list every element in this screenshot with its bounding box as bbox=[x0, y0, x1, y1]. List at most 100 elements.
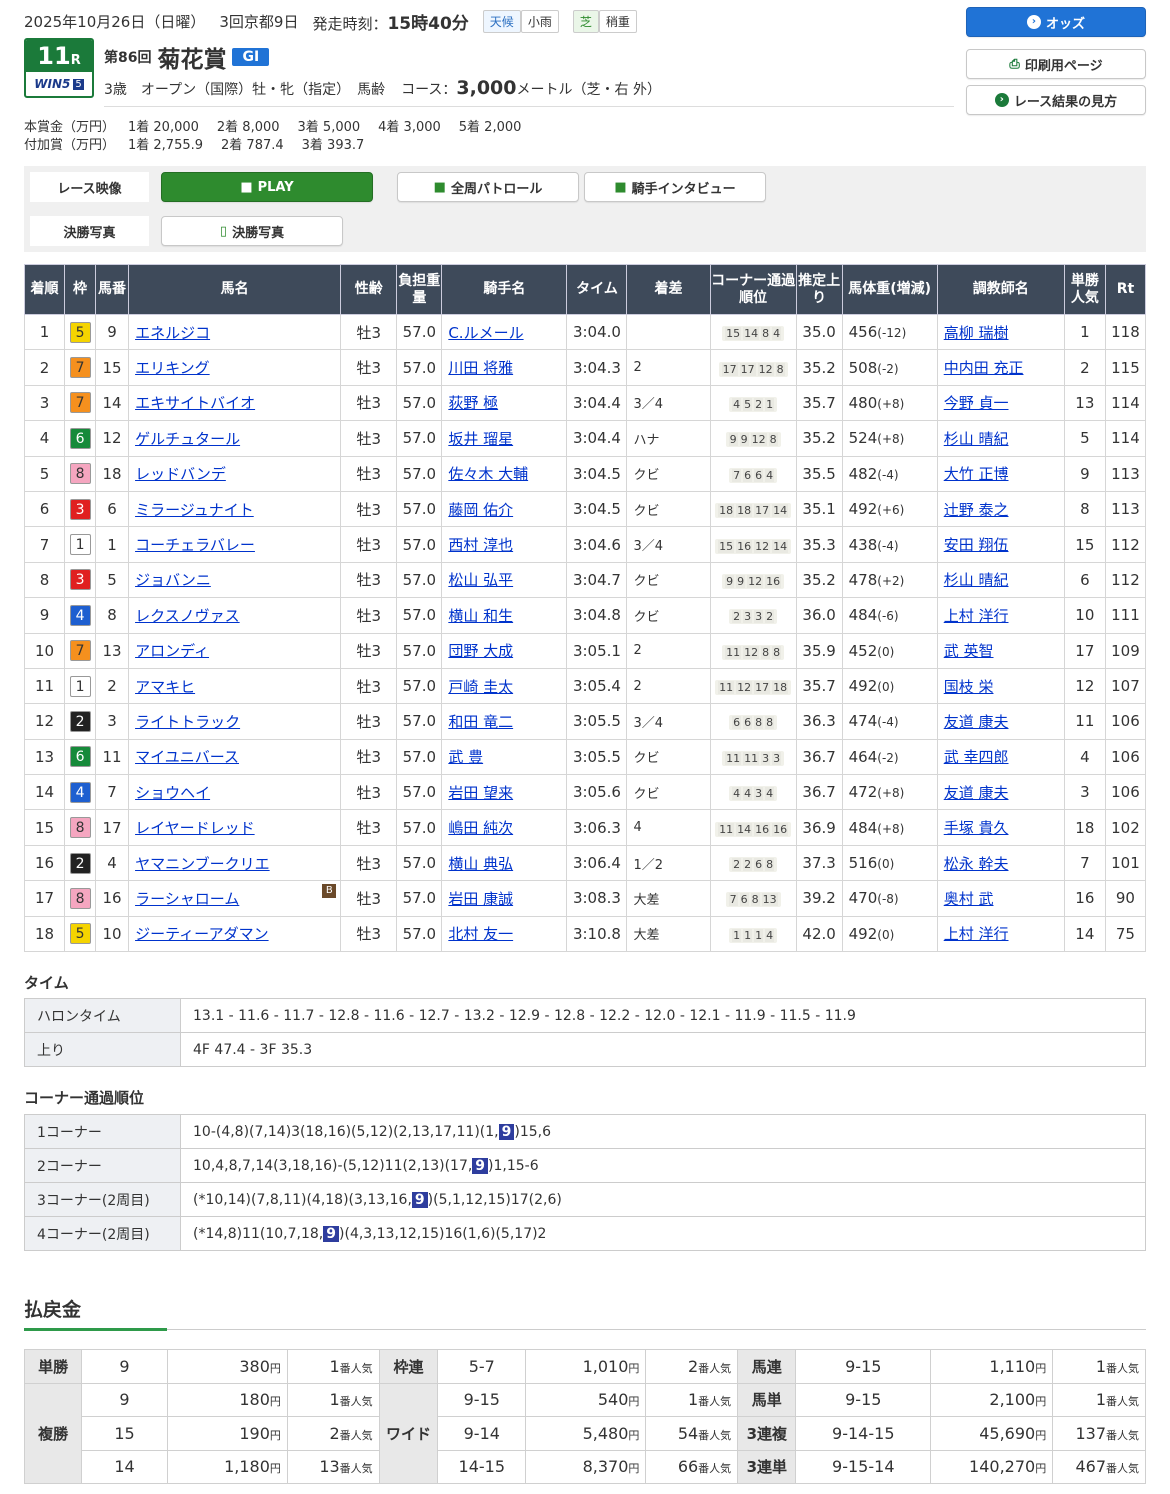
trainer-link[interactable]: 安田 翔伍 bbox=[944, 536, 1009, 554]
jockey-link[interactable]: C.ルメール bbox=[448, 324, 523, 342]
horse-name-link[interactable]: コーチェラバレー bbox=[135, 536, 255, 554]
finish-photo-button[interactable]: ▯ 決勝写真 bbox=[161, 216, 343, 246]
trainer-link[interactable]: 上村 洋行 bbox=[944, 925, 1009, 943]
trainer-link[interactable]: 友道 康夫 bbox=[944, 784, 1009, 802]
corner-position: 1 bbox=[743, 928, 753, 942]
popularity-value: 54 bbox=[677, 1423, 699, 1443]
horse-name-link[interactable]: レイヤードレッド bbox=[135, 819, 255, 837]
horse-weight-cell: 492(0) bbox=[841, 915, 938, 953]
rating: 112 bbox=[1104, 526, 1147, 563]
play-button[interactable]: ■ PLAY bbox=[161, 172, 373, 202]
print-page-button[interactable]: ⎙ 印刷用ページ bbox=[966, 49, 1146, 79]
trainer-link[interactable]: 中内田 充正 bbox=[944, 359, 1024, 377]
horse-name-link[interactable]: マイユニバース bbox=[135, 748, 239, 766]
corner-position: 18 bbox=[772, 681, 789, 695]
patrol-video-button[interactable]: ■ 全周パトロール bbox=[397, 172, 579, 202]
jockey-link[interactable]: 戸崎 圭太 bbox=[448, 678, 513, 696]
jockey-link[interactable]: 武 豊 bbox=[448, 748, 483, 766]
corner-order: 7 6 8 13 bbox=[725, 892, 781, 908]
agari-value: 4F 47.4 - 3F 35.3 bbox=[180, 1032, 1146, 1067]
trainer-link[interactable]: 大竹 正博 bbox=[944, 465, 1009, 483]
course-distance: 3,000 bbox=[456, 77, 517, 99]
column-header: 枠 bbox=[64, 264, 97, 315]
corner-position: 15 bbox=[725, 327, 742, 341]
horse-name-link[interactable]: ヤマニンブークリエ bbox=[135, 855, 270, 873]
horse-weight: 480 bbox=[848, 393, 878, 412]
trainer-link[interactable]: 松永 幹夫 bbox=[944, 855, 1009, 873]
jockey-link[interactable]: 岩田 康誠 bbox=[448, 890, 513, 908]
horse-number: 6 bbox=[95, 490, 130, 528]
jockey-link[interactable]: 横山 典弘 bbox=[448, 855, 513, 873]
race-number: 11R bbox=[26, 40, 92, 72]
jockey-link[interactable]: 川田 将雅 bbox=[448, 359, 513, 377]
horse-name-link[interactable]: ジーティーアダマン bbox=[135, 925, 269, 943]
jockey-link[interactable]: 坂井 瑠星 bbox=[448, 430, 513, 448]
horse-name-link[interactable]: ラーシャローム bbox=[135, 890, 239, 908]
race-number-value: 11 bbox=[37, 42, 71, 70]
jockey-link[interactable]: 和田 竜二 bbox=[448, 713, 513, 731]
horse-name-link[interactable]: アマキヒ bbox=[135, 678, 195, 696]
odds-button[interactable]: › オッズ bbox=[966, 7, 1146, 37]
horse-name-link[interactable]: ジョバンニ bbox=[135, 571, 211, 589]
last-3f: 39.2 bbox=[795, 880, 843, 917]
corner-position: 3 bbox=[754, 610, 764, 624]
trainer-link[interactable]: 奥村 武 bbox=[944, 890, 994, 908]
jockey-link[interactable]: 横山 和生 bbox=[448, 607, 513, 625]
horse-name-link[interactable]: エキサイトバイオ bbox=[135, 394, 255, 412]
race-time: 3:05.1 bbox=[566, 632, 628, 669]
jockey-link[interactable]: 嶋田 純次 bbox=[448, 819, 513, 837]
prize-4: 4着 3,000 bbox=[378, 120, 441, 135]
horse-name-link[interactable]: ライトトラック bbox=[135, 713, 240, 731]
trainer-link[interactable]: 友道 康夫 bbox=[944, 713, 1009, 731]
waku-cell: 4 bbox=[64, 597, 97, 634]
jockey-link[interactable]: 団野 大成 bbox=[448, 642, 513, 660]
trainer-link[interactable]: 杉山 晴紀 bbox=[944, 571, 1009, 589]
jockey-link[interactable]: 岩田 望来 bbox=[448, 784, 513, 802]
horse-name-link[interactable]: レッドバンデ bbox=[135, 465, 226, 483]
trainer-link[interactable]: 手塚 貴久 bbox=[944, 819, 1009, 837]
margin: 3／4 bbox=[626, 384, 711, 422]
horse-weight: 452 bbox=[848, 641, 878, 660]
jockey-link[interactable]: 西村 淳也 bbox=[448, 536, 513, 554]
jockey-link[interactable]: 松山 弘平 bbox=[448, 571, 513, 589]
jockey-link[interactable]: 北村 友一 bbox=[448, 925, 513, 943]
horse-name-link[interactable]: ゲルチュタール bbox=[135, 430, 240, 448]
column-header: 推定上り bbox=[795, 264, 843, 315]
horse-name-link[interactable]: エリキング bbox=[135, 359, 210, 377]
corner-order-before: 10,4,8,7,14(3,18,16)-(5,12)11(2,13)(17, bbox=[193, 1157, 473, 1174]
trainer-link[interactable]: 辻野 泰之 bbox=[944, 501, 1009, 519]
trainer-cell: 高柳 瑞樹 bbox=[936, 313, 1065, 351]
trainer-link[interactable]: 今野 貞一 bbox=[944, 394, 1009, 412]
popularity: 5 bbox=[1063, 420, 1106, 457]
horse-name-link[interactable]: ミラージュナイト bbox=[135, 501, 254, 519]
jockey-link[interactable]: 藤岡 佑介 bbox=[448, 501, 513, 519]
jockey-link[interactable]: 荻野 極 bbox=[448, 394, 498, 412]
last-3f: 36.9 bbox=[795, 809, 843, 846]
interview-video-button[interactable]: ■ 騎手インタビュー bbox=[584, 172, 766, 202]
trainer-link[interactable]: 国枝 栄 bbox=[944, 678, 994, 696]
trainer-link[interactable]: 武 英智 bbox=[944, 642, 994, 660]
trainer-link[interactable]: 武 幸四郎 bbox=[944, 748, 1009, 766]
jockey-link[interactable]: 佐々木 大輔 bbox=[448, 465, 528, 483]
popularity-unit: 番人気 bbox=[1106, 1428, 1139, 1442]
popularity: 7 bbox=[1063, 844, 1106, 882]
trainer-link[interactable]: 杉山 晴紀 bbox=[944, 430, 1009, 448]
result-guide-button[interactable]: › レース結果の見方 bbox=[966, 85, 1146, 115]
addprize-label: 付加賞（万円） bbox=[24, 138, 116, 153]
horse-number: 8 bbox=[95, 597, 130, 634]
finish-position: 12 bbox=[23, 703, 66, 740]
trainer-link[interactable]: 上村 洋行 bbox=[944, 607, 1009, 625]
corner-order-before: (*14,8)11(10,7,18, bbox=[193, 1225, 324, 1242]
horse-name-link[interactable]: アロンディ bbox=[135, 642, 209, 660]
corner-order: 11 11 3 3 bbox=[722, 750, 785, 766]
horse-name-link[interactable]: ショウヘイ bbox=[135, 784, 210, 802]
corner-position: 11 bbox=[743, 751, 760, 765]
horse-name-link[interactable]: レクスノヴァス bbox=[135, 607, 240, 625]
table-row: 18 5 10 ジーティーアダマン 牡3 57.0 北村 友一 3:10.8 大差 1 1 1 4 42.… bbox=[23, 915, 1147, 953]
payout-value: 1,010 bbox=[582, 1356, 629, 1376]
corner-order-cell: 11 14 16 16 bbox=[709, 809, 797, 846]
horse-name-link[interactable]: エネルジコ bbox=[135, 324, 210, 342]
weight-change: (-2) bbox=[877, 750, 899, 765]
trainer-link[interactable]: 高柳 瑞樹 bbox=[944, 324, 1009, 342]
corner-position: 12 bbox=[757, 362, 774, 376]
